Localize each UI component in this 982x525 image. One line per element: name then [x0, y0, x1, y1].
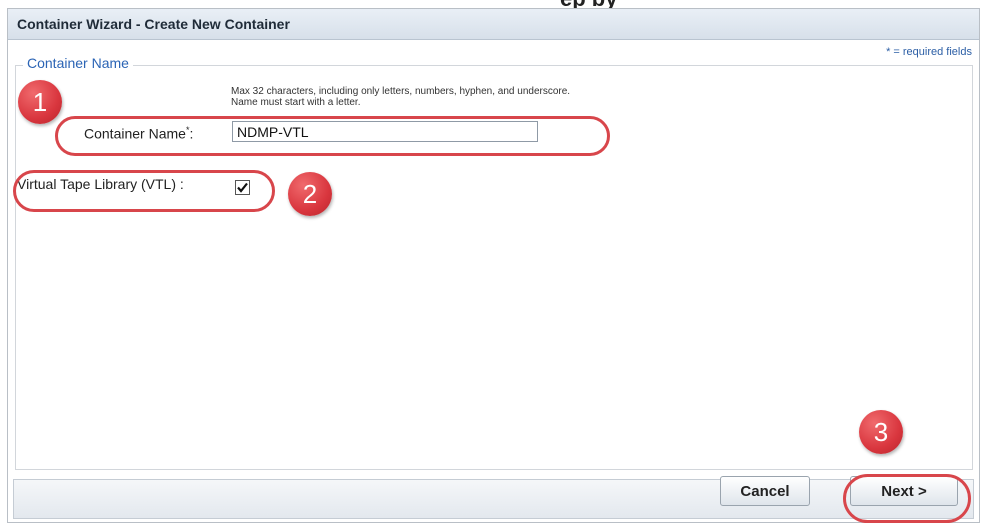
callout-badge-3: 3: [859, 410, 903, 454]
required-fields-note: * = required fields: [886, 46, 972, 58]
window-title: Container Wizard - Create New Container: [17, 16, 290, 32]
callout-badge-2: 2: [288, 172, 332, 216]
callout-outline-next: [843, 474, 971, 523]
cropped-header-fragment: ep by: [0, 0, 982, 8]
callout-outline-vtl: [13, 170, 275, 212]
title-bar: Container Wizard - Create New Container: [8, 9, 979, 40]
cancel-button[interactable]: Cancel: [720, 476, 810, 506]
fieldset-legend: Container Name: [23, 55, 133, 71]
cropped-text: ep by: [560, 0, 617, 8]
button-bar: [13, 479, 974, 519]
callout-badge-1: 1: [18, 80, 62, 124]
name-hint-text: Max 32 characters, including only letter…: [231, 86, 571, 108]
callout-outline-container-name: [55, 116, 610, 156]
